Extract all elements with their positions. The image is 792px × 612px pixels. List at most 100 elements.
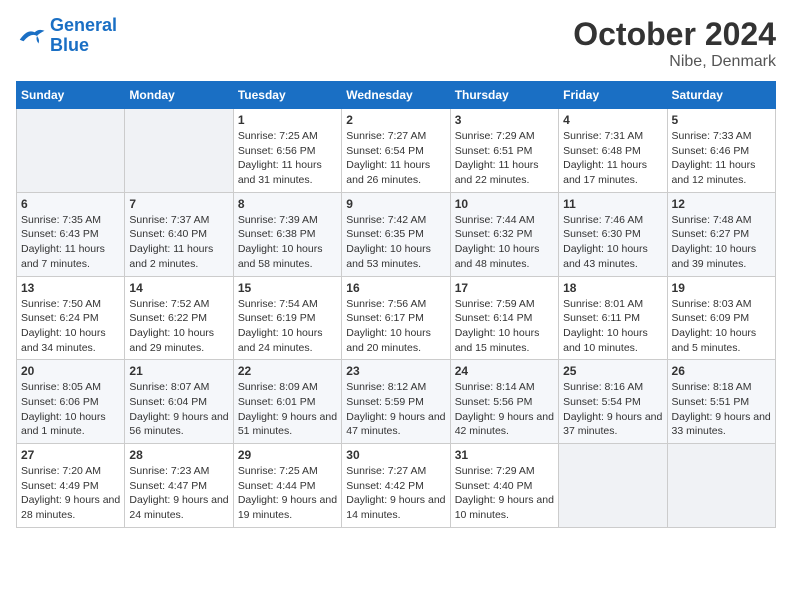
day-info: Sunrise: 8:05 AM Sunset: 6:06 PM Dayligh… xyxy=(21,380,120,439)
calendar-cell: 2 Sunrise: 7:27 AM Sunset: 6:54 PM Daylig… xyxy=(342,109,450,193)
calendar-table: SundayMondayTuesdayWednesdayThursdayFrid… xyxy=(16,81,776,528)
day-info: Sunrise: 7:59 AM Sunset: 6:14 PM Dayligh… xyxy=(455,297,554,356)
calendar-cell: 12Sunrise: 7:48 AM Sunset: 6:27 PM Dayli… xyxy=(667,192,775,276)
day-info: Sunrise: 7:25 AM Sunset: 4:44 PM Dayligh… xyxy=(238,464,337,523)
day-info: Sunrise: 8:03 AM Sunset: 6:09 PM Dayligh… xyxy=(672,297,771,356)
day-number: 10 xyxy=(455,197,554,211)
day-info: Sunrise: 7:25 AM Sunset: 6:56 PM Dayligh… xyxy=(238,129,337,188)
day-info: Sunrise: 7:35 AM Sunset: 6:43 PM Dayligh… xyxy=(21,213,120,272)
day-info: Sunrise: 7:29 AM Sunset: 6:51 PM Dayligh… xyxy=(455,129,554,188)
calendar-cell: 5 Sunrise: 7:33 AM Sunset: 6:46 PM Daylig… xyxy=(667,109,775,193)
calendar-cell: 15 Sunrise: 7:54 AM Sunset: 6:19 PM Dayli… xyxy=(233,276,341,360)
day-number: 21 xyxy=(129,364,228,378)
day-info: Sunrise: 7:27 AM Sunset: 6:54 PM Dayligh… xyxy=(346,129,445,188)
calendar-cell: 21 Sunrise: 8:07 AM Sunset: 6:04 PM Dayli… xyxy=(125,360,233,444)
day-info: Sunrise: 8:09 AM Sunset: 6:01 PM Dayligh… xyxy=(238,380,337,439)
column-header-thursday: Thursday xyxy=(450,82,558,109)
logo: General Blue xyxy=(16,16,117,56)
day-info: Sunrise: 7:54 AM Sunset: 6:19 PM Dayligh… xyxy=(238,297,337,356)
calendar-cell: 3Sunrise: 7:29 AM Sunset: 6:51 PM Daylig… xyxy=(450,109,558,193)
day-number: 23 xyxy=(346,364,445,378)
day-info: Sunrise: 8:16 AM Sunset: 5:54 PM Dayligh… xyxy=(563,380,662,439)
day-info: Sunrise: 7:37 AM Sunset: 6:40 PM Dayligh… xyxy=(129,213,228,272)
day-number: 29 xyxy=(238,448,337,462)
day-number: 1 xyxy=(238,113,337,127)
day-number: 11 xyxy=(563,197,662,211)
calendar-cell: 8 Sunrise: 7:39 AM Sunset: 6:38 PM Daylig… xyxy=(233,192,341,276)
calendar-cell: 16 Sunrise: 7:56 AM Sunset: 6:17 PM Dayli… xyxy=(342,276,450,360)
calendar-cell: 6 Sunrise: 7:35 AM Sunset: 6:43 PM Daylig… xyxy=(17,192,125,276)
calendar-cell: 25Sunrise: 8:16 AM Sunset: 5:54 PM Dayli… xyxy=(559,360,667,444)
calendar-cell: 23Sunrise: 8:12 AM Sunset: 5:59 PM Dayli… xyxy=(342,360,450,444)
calendar-cell: 28 Sunrise: 7:23 AM Sunset: 4:47 PM Dayli… xyxy=(125,444,233,528)
day-number: 30 xyxy=(346,448,445,462)
page-header: General Blue October 2024 Nibe, Denmark xyxy=(16,16,776,71)
day-number: 17 xyxy=(455,281,554,295)
calendar-cell: 26 Sunrise: 8:18 AM Sunset: 5:51 PM Dayli… xyxy=(667,360,775,444)
calendar-cell: 11 Sunrise: 7:46 AM Sunset: 6:30 PM Dayli… xyxy=(559,192,667,276)
day-info: Sunrise: 7:56 AM Sunset: 6:17 PM Dayligh… xyxy=(346,297,445,356)
calendar-cell: 29 Sunrise: 7:25 AM Sunset: 4:44 PM Dayli… xyxy=(233,444,341,528)
day-number: 27 xyxy=(21,448,120,462)
calendar-cell: 13 Sunrise: 7:50 AM Sunset: 6:24 PM Dayli… xyxy=(17,276,125,360)
column-header-saturday: Saturday xyxy=(667,82,775,109)
calendar-cell xyxy=(559,444,667,528)
day-number: 19 xyxy=(672,281,771,295)
day-info: Sunrise: 7:29 AM Sunset: 4:40 PM Dayligh… xyxy=(455,464,554,523)
day-number: 28 xyxy=(129,448,228,462)
logo-text: General Blue xyxy=(50,16,117,56)
page-title: October 2024 xyxy=(573,16,776,53)
calendar-cell: 19 Sunrise: 8:03 AM Sunset: 6:09 PM Dayli… xyxy=(667,276,775,360)
calendar-cell: 20 Sunrise: 8:05 AM Sunset: 6:06 PM Dayli… xyxy=(17,360,125,444)
column-header-wednesday: Wednesday xyxy=(342,82,450,109)
logo-icon xyxy=(16,24,46,48)
day-number: 15 xyxy=(238,281,337,295)
day-info: Sunrise: 7:50 AM Sunset: 6:24 PM Dayligh… xyxy=(21,297,120,356)
calendar-cell: 22 Sunrise: 8:09 AM Sunset: 6:01 PM Dayli… xyxy=(233,360,341,444)
column-header-tuesday: Tuesday xyxy=(233,82,341,109)
page-subtitle: Nibe, Denmark xyxy=(573,53,776,71)
day-number: 18 xyxy=(563,281,662,295)
calendar-cell xyxy=(125,109,233,193)
day-info: Sunrise: 7:52 AM Sunset: 6:22 PM Dayligh… xyxy=(129,297,228,356)
calendar-header: SundayMondayTuesdayWednesdayThursdayFrid… xyxy=(17,82,776,109)
day-number: 20 xyxy=(21,364,120,378)
day-info: Sunrise: 8:07 AM Sunset: 6:04 PM Dayligh… xyxy=(129,380,228,439)
calendar-cell: 4Sunrise: 7:31 AM Sunset: 6:48 PM Daylig… xyxy=(559,109,667,193)
day-number: 4 xyxy=(563,113,662,127)
calendar-cell: 10 Sunrise: 7:44 AM Sunset: 6:32 PM Dayli… xyxy=(450,192,558,276)
day-info: Sunrise: 7:20 AM Sunset: 4:49 PM Dayligh… xyxy=(21,464,120,523)
day-number: 8 xyxy=(238,197,337,211)
day-info: Sunrise: 7:46 AM Sunset: 6:30 PM Dayligh… xyxy=(563,213,662,272)
calendar-cell xyxy=(667,444,775,528)
title-block: October 2024 Nibe, Denmark xyxy=(573,16,776,71)
day-number: 31 xyxy=(455,448,554,462)
calendar-cell: 24Sunrise: 8:14 AM Sunset: 5:56 PM Dayli… xyxy=(450,360,558,444)
day-number: 22 xyxy=(238,364,337,378)
calendar-cell: 18 Sunrise: 8:01 AM Sunset: 6:11 PM Dayli… xyxy=(559,276,667,360)
column-header-sunday: Sunday xyxy=(17,82,125,109)
day-info: Sunrise: 7:33 AM Sunset: 6:46 PM Dayligh… xyxy=(672,129,771,188)
day-number: 6 xyxy=(21,197,120,211)
calendar-cell: 17 Sunrise: 7:59 AM Sunset: 6:14 PM Dayli… xyxy=(450,276,558,360)
day-info: Sunrise: 8:01 AM Sunset: 6:11 PM Dayligh… xyxy=(563,297,662,356)
calendar-cell: 31 Sunrise: 7:29 AM Sunset: 4:40 PM Dayli… xyxy=(450,444,558,528)
day-number: 26 xyxy=(672,364,771,378)
day-number: 16 xyxy=(346,281,445,295)
column-header-friday: Friday xyxy=(559,82,667,109)
calendar-cell: 9Sunrise: 7:42 AM Sunset: 6:35 PM Daylig… xyxy=(342,192,450,276)
day-number: 12 xyxy=(672,197,771,211)
day-info: Sunrise: 7:23 AM Sunset: 4:47 PM Dayligh… xyxy=(129,464,228,523)
day-info: Sunrise: 8:14 AM Sunset: 5:56 PM Dayligh… xyxy=(455,380,554,439)
day-info: Sunrise: 7:44 AM Sunset: 6:32 PM Dayligh… xyxy=(455,213,554,272)
calendar-cell: 30 Sunrise: 7:27 AM Sunset: 4:42 PM Dayli… xyxy=(342,444,450,528)
day-info: Sunrise: 7:27 AM Sunset: 4:42 PM Dayligh… xyxy=(346,464,445,523)
calendar-cell: 27 Sunrise: 7:20 AM Sunset: 4:49 PM Dayli… xyxy=(17,444,125,528)
day-number: 5 xyxy=(672,113,771,127)
day-number: 2 xyxy=(346,113,445,127)
day-info: Sunrise: 8:18 AM Sunset: 5:51 PM Dayligh… xyxy=(672,380,771,439)
day-number: 13 xyxy=(21,281,120,295)
calendar-cell xyxy=(17,109,125,193)
calendar-cell: 1 Sunrise: 7:25 AM Sunset: 6:56 PM Daylig… xyxy=(233,109,341,193)
day-info: Sunrise: 7:39 AM Sunset: 6:38 PM Dayligh… xyxy=(238,213,337,272)
